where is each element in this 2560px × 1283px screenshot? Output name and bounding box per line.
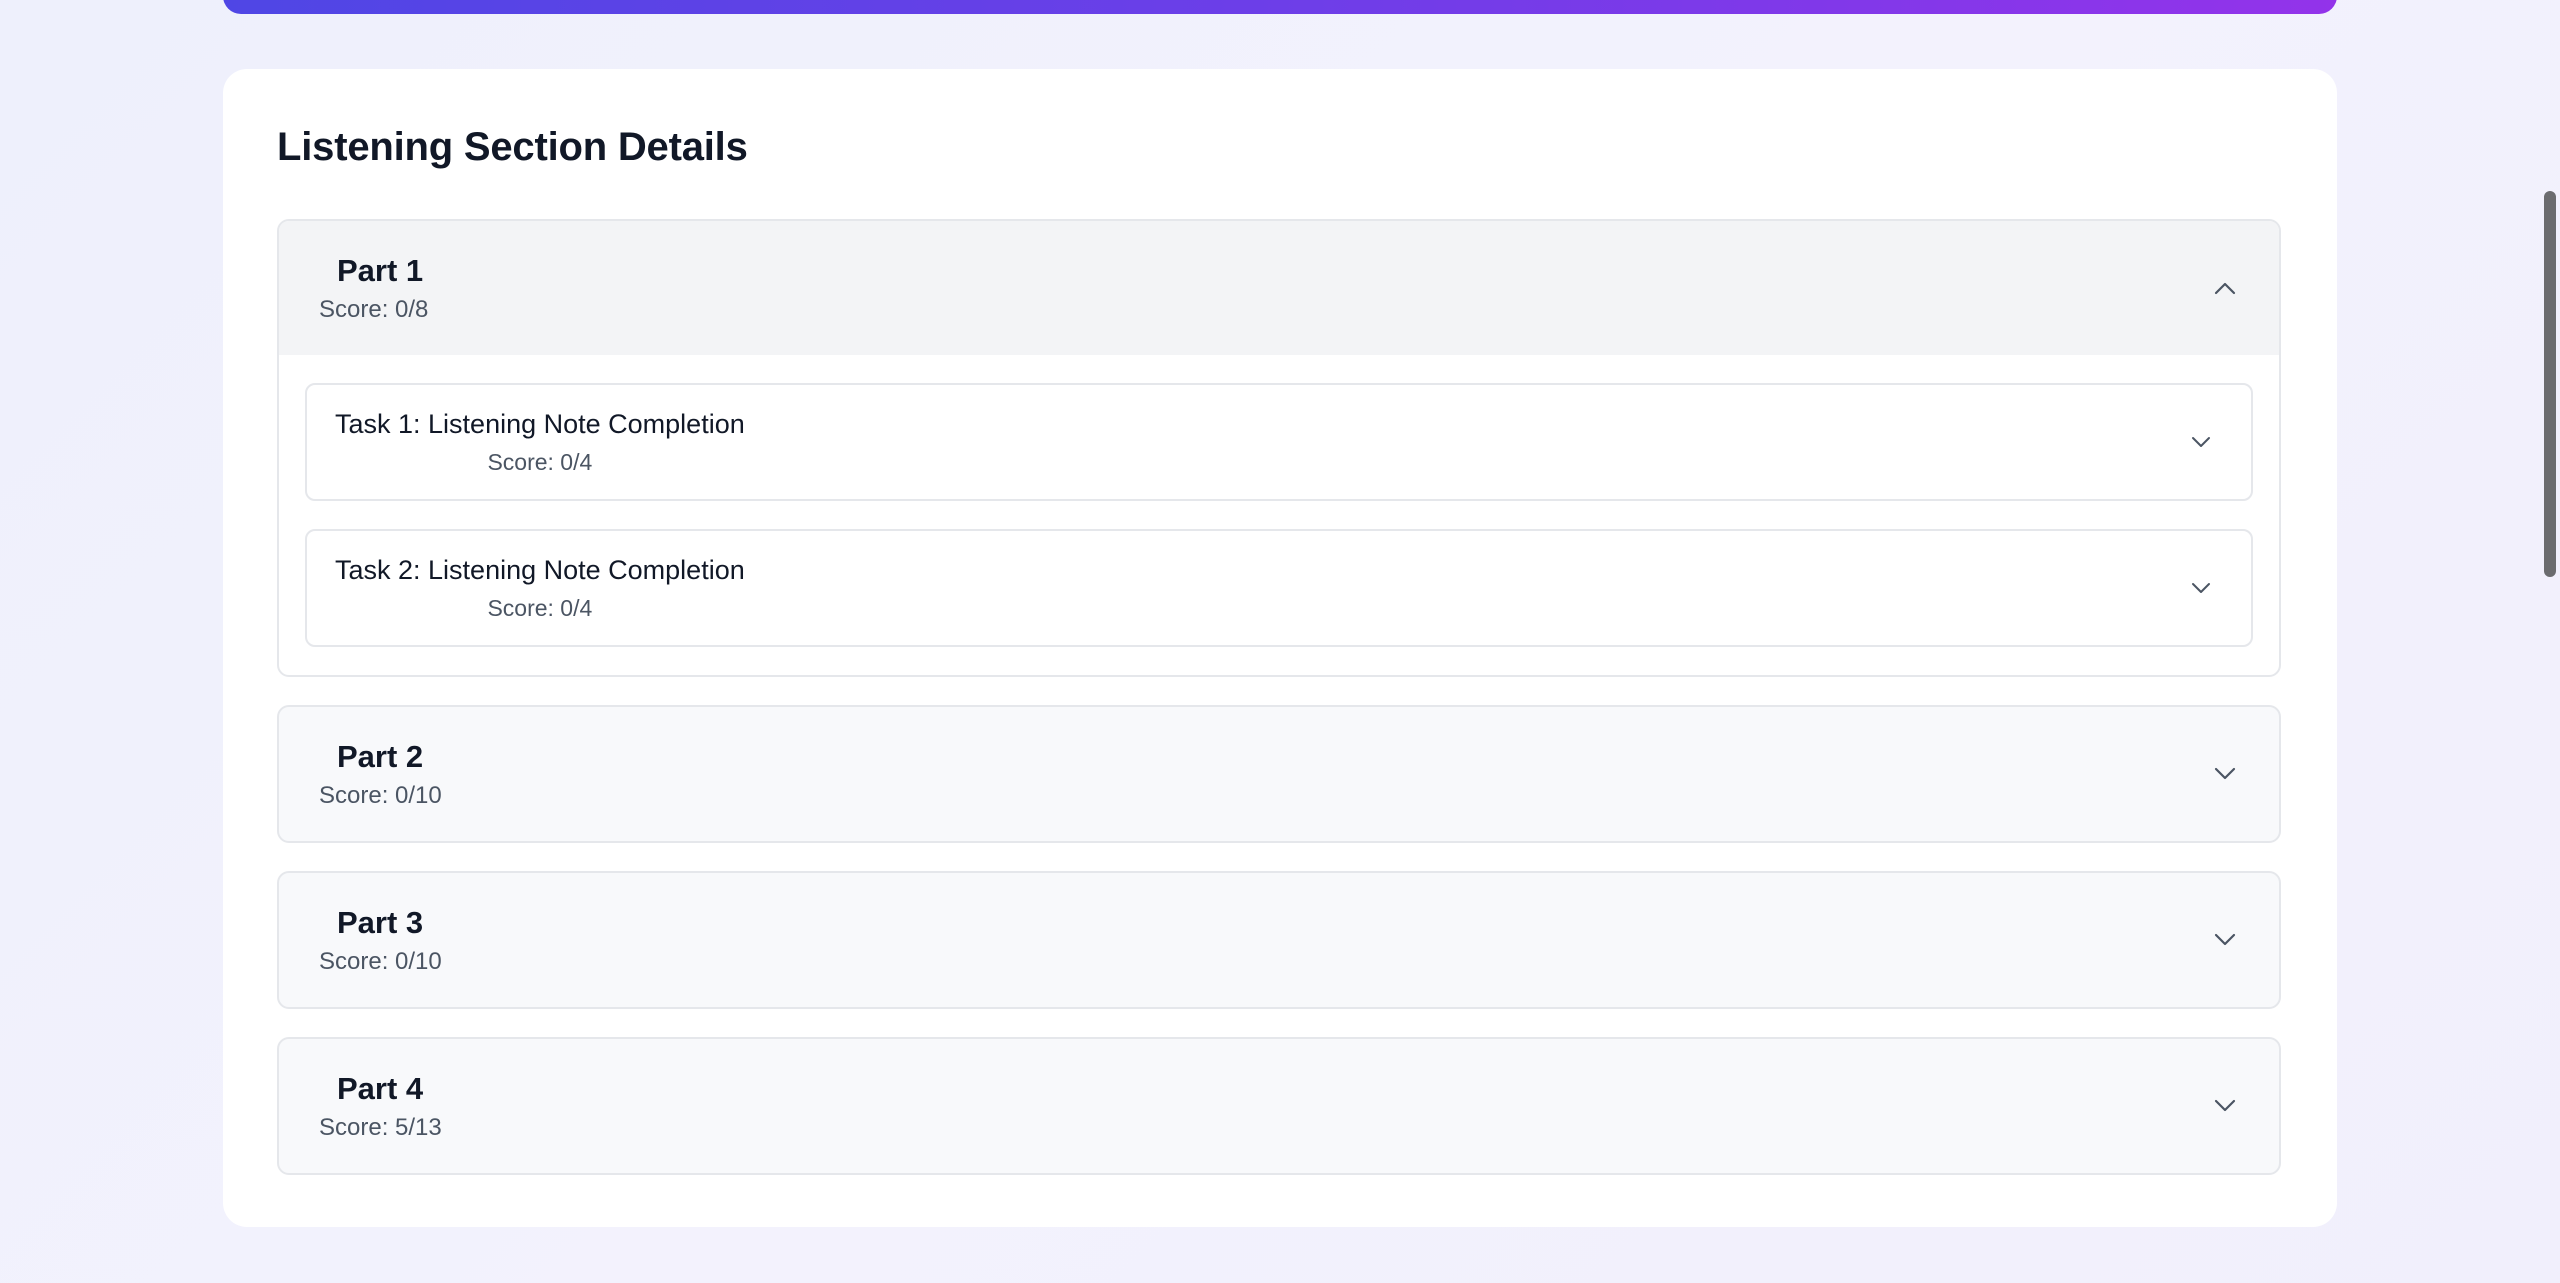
part-title: Part 2 — [337, 739, 424, 775]
part-score: Score: 0/10 — [319, 781, 442, 809]
part-1-task-list: Task 1: Listening Note Completion Score:… — [279, 355, 2279, 675]
scrollbar-thumb[interactable] — [2544, 191, 2556, 577]
part-3-heading: Part 3 Score: 0/10 — [319, 904, 442, 975]
parts-accordion: Part 1 Score: 0/8 Task 1: Listening Note… — [277, 219, 2281, 1203]
part-3-panel: Part 3 Score: 0/10 — [277, 871, 2281, 1009]
chevron-down-icon[interactable] — [2211, 926, 2239, 954]
task-title: Task 2: Listening Note Completion — [335, 555, 745, 586]
part-4-heading: Part 4 Score: 5/13 — [319, 1070, 442, 1141]
part-1-panel: Part 1 Score: 0/8 Task 1: Listening Note… — [277, 219, 2281, 677]
task-score: Score: 0/4 — [487, 594, 593, 621]
part-2-panel: Part 2 Score: 0/10 — [277, 705, 2281, 843]
part-score: Score: 0/8 — [319, 295, 429, 323]
part-score: Score: 0/10 — [319, 947, 442, 975]
part-score: Score: 5/13 — [319, 1113, 442, 1141]
task-score: Score: 0/4 — [487, 448, 593, 475]
part-4-panel: Part 4 Score: 5/13 — [277, 1037, 2281, 1175]
chevron-down-icon[interactable] — [2211, 760, 2239, 788]
part-2-heading: Part 2 Score: 0/10 — [319, 738, 442, 809]
part-1-heading: Part 1 Score: 0/8 — [319, 252, 428, 323]
part-title: Part 3 — [337, 905, 424, 941]
section-title: Listening Section Details — [277, 125, 748, 169]
part-3-header[interactable]: Part 3 Score: 0/10 — [279, 873, 2279, 1007]
task-title: Task 1: Listening Note Completion — [335, 409, 745, 440]
part-title: Part 1 — [337, 253, 424, 289]
part-title: Part 4 — [337, 1071, 424, 1107]
listening-section-card: Listening Section Details Part 1 Score: … — [223, 69, 2337, 1227]
task-1-heading: Task 1: Listening Note Completion Score:… — [335, 408, 745, 475]
task-1-item[interactable]: Task 1: Listening Note Completion Score:… — [305, 383, 2253, 501]
header-banner — [223, 0, 2337, 14]
page-scrollbar[interactable] — [2536, 0, 2560, 1283]
part-2-header[interactable]: Part 2 Score: 0/10 — [279, 707, 2279, 841]
chevron-down-icon[interactable] — [2187, 428, 2215, 456]
chevron-down-icon[interactable] — [2211, 1092, 2239, 1120]
chevron-down-icon[interactable] — [2187, 574, 2215, 602]
task-2-item[interactable]: Task 2: Listening Note Completion Score:… — [305, 529, 2253, 647]
part-4-header[interactable]: Part 4 Score: 5/13 — [279, 1039, 2279, 1173]
task-2-heading: Task 2: Listening Note Completion Score:… — [335, 554, 745, 621]
part-1-header[interactable]: Part 1 Score: 0/8 — [279, 221, 2279, 355]
chevron-up-icon[interactable] — [2211, 274, 2239, 302]
